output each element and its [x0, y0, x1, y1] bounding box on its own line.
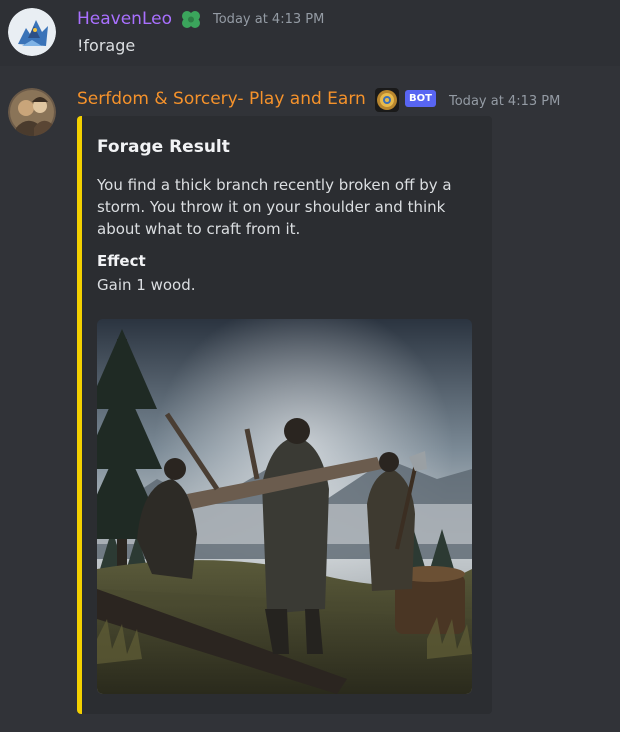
bot-tag: BOT	[405, 90, 436, 107]
user-avatar[interactable]	[8, 8, 56, 56]
embed-field-value: Gain 1 wood.	[97, 276, 196, 294]
embed-description: You find a thick branch recently broken …	[97, 176, 452, 238]
message-timestamp[interactable]: Today at 4:13 PM	[213, 11, 324, 29]
green-clover-icon	[180, 9, 202, 35]
embed-field-name: Effect	[97, 252, 146, 270]
gold-coin-icon	[375, 88, 399, 116]
embed-title: Forage Result	[97, 137, 230, 157]
bot-avatar[interactable]	[8, 88, 56, 136]
message-heavenleo[interactable]: HeavenLeo Today at 4:13 PM !forage	[0, 0, 620, 66]
username[interactable]: HeavenLeo	[77, 8, 172, 30]
embed: Forage Result You find a thick branch re…	[77, 116, 492, 714]
embed-image[interactable]	[97, 319, 472, 694]
message-content: !forage	[77, 36, 136, 55]
bot-username[interactable]: Serfdom & Sorcery- Play and Earn	[77, 88, 366, 110]
message-timestamp[interactable]: Today at 4:13 PM	[449, 93, 560, 111]
chat-message-list: HeavenLeo Today at 4:13 PM !forage Serfd…	[0, 0, 620, 732]
